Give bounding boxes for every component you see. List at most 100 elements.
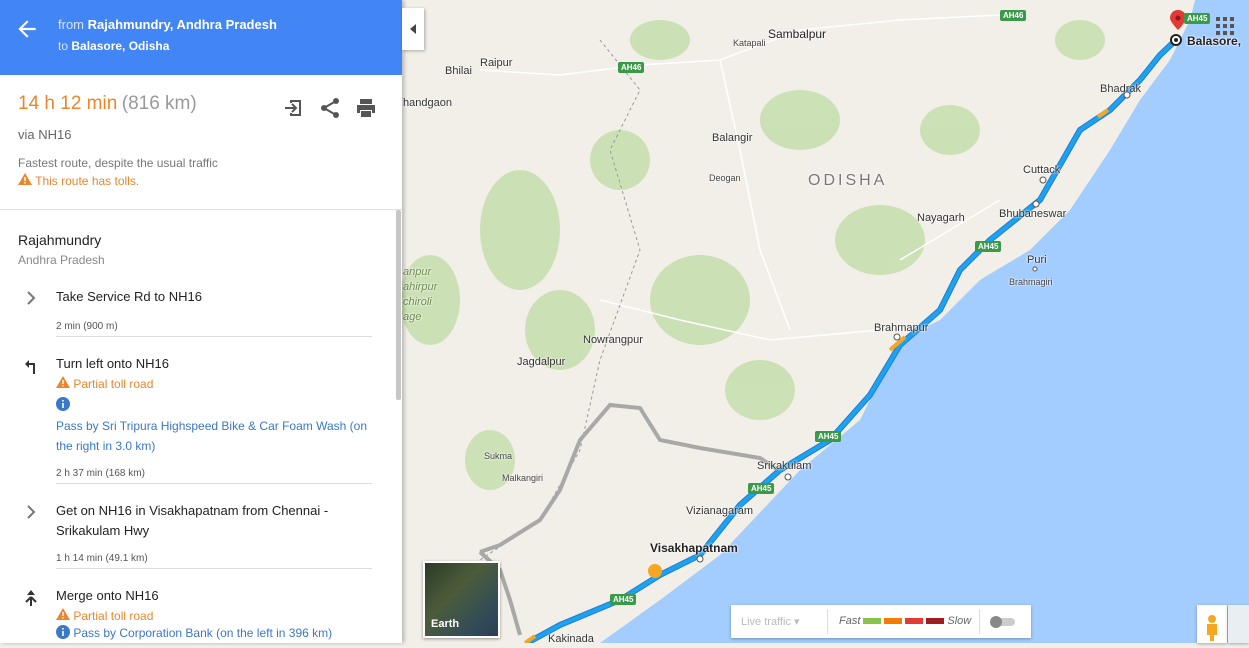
- toll-warning: Partial toll road: [56, 376, 384, 391]
- turn-left-icon: [25, 360, 35, 374]
- caret-down-icon: ▾: [794, 616, 800, 628]
- origin-region: Andhra Pradesh: [18, 253, 105, 267]
- traffic-legend: Fast Slow: [839, 615, 971, 627]
- earth-label: Earth: [431, 618, 460, 630]
- highway-shield: AH45: [1184, 13, 1211, 24]
- pegman-icon: [1207, 615, 1217, 641]
- direction-step[interactable]: Take Service Rd to NH16 2 min (900 m): [18, 287, 384, 337]
- map-label-anpur: anpur: [403, 266, 432, 278]
- map-label-bhubaneswar: Bhubaneswar: [999, 208, 1067, 220]
- info-icon: [56, 397, 70, 411]
- info-icon: [56, 625, 70, 639]
- map-label-age: age: [403, 311, 422, 323]
- directions-steps: Rajahmundry Andhra Pradesh Take Service …: [0, 210, 402, 643]
- map-label-brahmapur: Brahmapur: [874, 322, 929, 334]
- map-label-ahirpur: ahirpur: [403, 281, 438, 293]
- map-label-nayagarh: Nayagarh: [917, 212, 965, 224]
- from-place: Rajahmundry, Andhra Pradesh: [87, 17, 277, 32]
- direction-step[interactable]: Turn left onto NH16 Partial toll road Pa…: [18, 354, 384, 484]
- traffic-mode-select[interactable]: Live traffic ▾: [741, 615, 800, 628]
- highway-shield: AH45: [610, 594, 637, 605]
- legend-swatch: [905, 618, 924, 624]
- map-label-bhilai: Bhilai: [445, 65, 472, 77]
- street-view-pegman[interactable]: [1197, 605, 1227, 643]
- share-icon[interactable]: [318, 96, 342, 120]
- map-label-cuttack: Cuttack: [1023, 164, 1061, 176]
- merge-icon: [25, 590, 37, 606]
- toll-warning-text: This route has tolls.: [35, 174, 140, 188]
- back-arrow-icon[interactable]: [14, 16, 40, 42]
- step-instruction: Merge onto NH16: [56, 588, 159, 603]
- to-line[interactable]: to Balasore, Odisha: [58, 39, 169, 53]
- map-label-visakhapatnam: Visakhapatnam: [650, 541, 738, 555]
- from-line[interactable]: from Rajahmundry, Andhra Pradesh: [58, 17, 277, 32]
- highway-shield: AH46: [618, 62, 645, 73]
- highway-shield: AH46: [1000, 10, 1027, 21]
- toll-warning: This route has tolls.: [18, 173, 384, 188]
- map-layers-thumbnail[interactable]: [1228, 605, 1249, 643]
- highway-shield: AH45: [815, 431, 842, 442]
- directions-header: from Rajahmundry, Andhra Pradesh to Bala…: [0, 0, 402, 75]
- route-note: Fastest route, despite the usual traffic: [18, 156, 218, 170]
- map-label-sukma: Sukma: [484, 451, 513, 461]
- map-label-malkangiri: Malkangiri: [502, 473, 544, 483]
- toll-warning-text: Partial toll road: [73, 377, 154, 391]
- step-instruction: Get on NH16 in Visakhapatnam from Chenna…: [56, 503, 329, 538]
- map-label-katapali: Katapali: [733, 38, 766, 48]
- map-label-odisha: ODISHA: [808, 172, 888, 189]
- warning-icon: [56, 376, 70, 388]
- to-place: Balasore, Odisha: [71, 39, 170, 53]
- direction-step[interactable]: Get on NH16 in Visakhapatnam from Chenna…: [18, 501, 384, 569]
- toll-warning-text: Partial toll road: [73, 609, 154, 623]
- legend-slow-label: Slow: [947, 615, 972, 627]
- warning-icon: [18, 173, 32, 185]
- map-label-nowrangpur: Nowrangpur: [583, 334, 643, 346]
- toll-warning: Partial toll road: [56, 608, 384, 623]
- legend-swatch: [863, 618, 882, 624]
- legend-swatch: [884, 618, 903, 624]
- highway-shield: AH45: [975, 241, 1002, 252]
- step-distance: 1 h 14 min (49.1 km): [56, 553, 372, 569]
- from-prefix: from: [58, 17, 84, 32]
- origin-name: Rajahmundry: [18, 232, 102, 248]
- map-label-puri: Puri: [1027, 254, 1047, 266]
- legend-swatch: [926, 618, 945, 624]
- map-label-vizianagaram: Vizianagaram: [686, 505, 754, 517]
- traffic-widget: Live traffic ▾ Fast Slow: [731, 605, 1031, 638]
- map-label-sambalpur: Sambalpur: [768, 27, 827, 41]
- map-label-kakinada: Kakinada: [548, 633, 594, 643]
- map-label-jagdalpur: Jagdalpur: [517, 356, 566, 368]
- map-label-balasore: Balasore,: [1187, 34, 1242, 48]
- directions-panel: from Rajahmundry, Andhra Pradesh to Bala…: [0, 0, 402, 643]
- panel-scrollbar[interactable]: [396, 210, 401, 400]
- chevron-right-icon: [27, 505, 36, 519]
- map-label-rajnandgaon: handgaon: [403, 97, 452, 109]
- apps-grid-icon[interactable]: [1215, 16, 1235, 36]
- step-landmark: Pass by Sri Tripura Highspeed Bike & Car…: [56, 419, 368, 453]
- map-label-raipur: Raipur: [480, 57, 513, 69]
- step-landmark-text: Pass by Corporation Bank (on the left in…: [73, 626, 333, 640]
- caret-left-icon: [410, 24, 416, 34]
- map-label-bhadrak: Bhadrak: [1100, 83, 1141, 95]
- print-icon[interactable]: [354, 96, 378, 120]
- map-label-chiroli: chiroli: [403, 296, 432, 308]
- step-landmark: Pass by Corporation Bank (on the left in…: [56, 623, 384, 643]
- direction-step[interactable]: Merge onto NH16 Partial toll road Pass b…: [18, 586, 384, 643]
- route-duration: 14 h 12 min: [18, 93, 118, 114]
- traffic-toggle[interactable]: [989, 615, 1017, 629]
- step-instruction: Take Service Rd to NH16: [56, 289, 202, 304]
- route-distance: (816 km): [121, 93, 197, 114]
- to-prefix: to: [58, 39, 69, 53]
- step-distance: 2 min (900 m): [56, 321, 372, 337]
- chevron-right-icon: [27, 291, 36, 305]
- route-via: via NH16: [18, 127, 72, 142]
- legend-fast-label: Fast: [839, 615, 861, 627]
- step-distance: 2 h 37 min (168 km): [56, 468, 372, 484]
- earth-view-toggle[interactable]: Earth: [423, 561, 500, 638]
- collapse-panel-button[interactable]: [402, 8, 424, 50]
- send-to-device-icon[interactable]: [282, 96, 306, 120]
- warning-icon: [56, 608, 70, 620]
- map-label-srikakulam: Srikakulam: [757, 460, 812, 472]
- step-instruction: Turn left onto NH16: [56, 356, 169, 371]
- traffic-mode-label: Live traffic: [741, 616, 791, 628]
